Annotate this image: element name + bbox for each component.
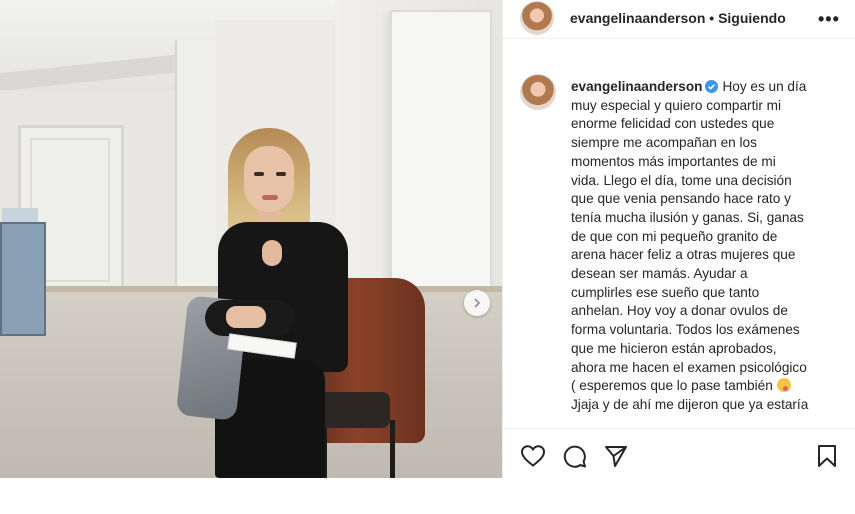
comment-icon[interactable] <box>562 444 587 469</box>
post-actions-bar <box>503 428 855 479</box>
paper-plane-icon[interactable] <box>604 444 628 468</box>
caption-line: siempre me acompañan en los <box>571 135 757 151</box>
caption-line: de que con mi pequeño granito de <box>571 228 778 244</box>
caption-line: Jjaja y de ahí me dijeron que ya estaría <box>571 396 809 412</box>
caption-line: Hoy es un día <box>722 79 807 94</box>
photo-cart <box>0 222 46 336</box>
avatar[interactable] <box>520 1 554 35</box>
caption-line: anhelan. Hoy voy a donar ovulos de <box>571 303 788 319</box>
caption-line: ahora me hacen el examen psicológico <box>571 359 807 375</box>
bookmark-icon[interactable] <box>816 444 838 468</box>
caption-username-link[interactable]: evangelinaanderson <box>571 79 702 94</box>
heart-icon[interactable] <box>520 444 546 468</box>
caption-line: enorme felicidad con ustedes que <box>571 116 775 132</box>
photo-person-eye <box>254 172 264 176</box>
post-header: evangelinaanderson • Siguiendo ••• <box>503 0 855 39</box>
caption-line: ( esperemos que lo pase también <box>571 378 773 394</box>
photo-person-face <box>244 146 294 212</box>
caption-line: desean ser mamás. Ayudar a <box>571 266 748 282</box>
avatar[interactable] <box>520 74 556 110</box>
verified-badge-icon <box>705 80 719 93</box>
photo-person-neckline <box>262 240 282 266</box>
photo-person-hands <box>226 306 266 328</box>
photo-person-mouth <box>262 195 278 200</box>
caption-line: tenía mucha ilusión y ganas. Si, ganas <box>571 209 804 225</box>
caption-line: muy especial y quiero compartir mi <box>571 97 782 113</box>
separator-dot: • <box>709 10 715 26</box>
caption-line: cumplirles ese sueño que tanto <box>571 284 760 300</box>
more-options-button[interactable]: ••• <box>818 10 840 28</box>
caption-line: que me hicieron están aprobados, <box>571 340 777 356</box>
caption-line: momentos más importantes de mi <box>571 153 776 169</box>
following-button[interactable]: Siguiendo <box>718 10 786 26</box>
caption-line: que que venia pensando hace rato y <box>571 191 791 207</box>
caption-text: evangelinaanderson Hoy es un día muy esp… <box>571 78 831 415</box>
photo-chair-leg <box>390 420 395 478</box>
caption-line: forma voluntaria. Todos los exámenes <box>571 322 800 338</box>
post-header-text: evangelinaanderson • Siguiendo <box>570 10 786 26</box>
caption-line: vida. Llego el día, tome una decisión <box>571 172 792 188</box>
photo-pillar <box>175 40 217 300</box>
caption-area[interactable]: evangelinaanderson Hoy es un día muy esp… <box>503 60 855 428</box>
chevron-right-icon <box>474 298 481 308</box>
photo-person-eye <box>276 172 286 176</box>
caption-line: arena hacer feliz a otras mujeres que <box>571 247 796 263</box>
next-photo-button[interactable] <box>464 290 490 316</box>
tongue-out-emoji-icon <box>776 378 791 393</box>
post-photo[interactable] <box>0 0 502 478</box>
post-side-panel: evangelinaanderson • Siguiendo ••• evang… <box>502 0 855 478</box>
username-link[interactable]: evangelinaanderson <box>570 10 705 26</box>
